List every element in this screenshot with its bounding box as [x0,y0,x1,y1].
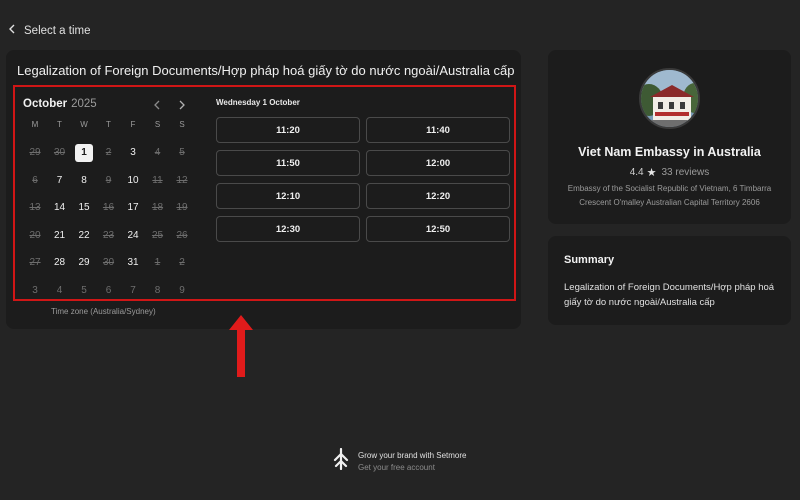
rating-row: 4.4 ★ 33 reviews [548,166,791,179]
summary-title: Summary [564,254,615,266]
business-card: Viet Nam Embassy in Australia 4.4 ★ 33 r… [548,50,791,224]
annotation-arrow [229,315,253,377]
rating-value: 4.4 [629,167,644,178]
booking-card: Legalization of Foreign Documents/Hợp ph… [6,50,521,329]
setmore-promo[interactable]: Grow your brand with Setmore Get your fr… [332,447,467,475]
summary-text: Legalization of Foreign Documents/Hợp ph… [564,282,775,308]
timezone-label: Time zone (Australia/Sydney) [51,307,156,316]
promo-cta[interactable]: Get your free account [358,463,467,472]
highlight-box [13,85,516,301]
service-title: Legalization of Foreign Documents/Hợp ph… [17,63,515,78]
summary-card: Summary Legalization of Foreign Document… [548,236,791,325]
back-label: Select a time [24,24,91,37]
business-address: Embassy of the Socialist Republic of Vie… [567,184,772,207]
business-name: Viet Nam Embassy in Australia [578,145,761,159]
setmore-logo-icon [332,447,350,475]
reviews-link[interactable]: 33 reviews [661,167,709,178]
chevron-left-icon [8,24,16,37]
star-icon: ★ [646,167,657,179]
promo-line: Grow your brand with Setmore [358,451,467,460]
business-avatar [639,68,700,129]
back-button[interactable]: Select a time [8,24,90,37]
